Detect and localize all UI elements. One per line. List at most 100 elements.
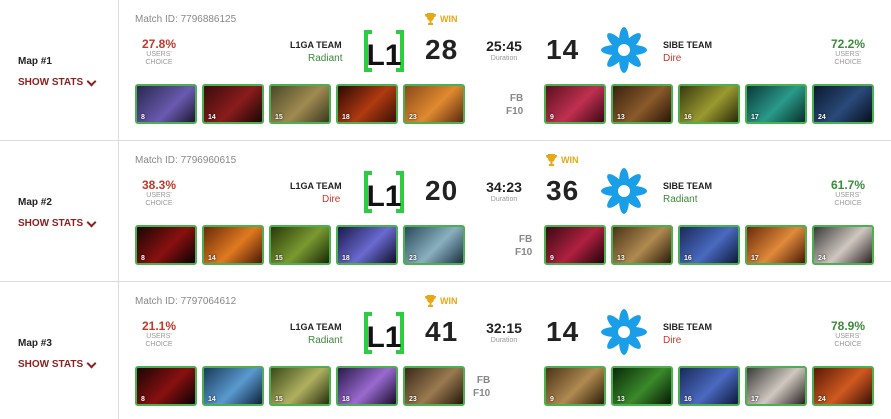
hero-portrait[interactable]: 13: [611, 225, 673, 265]
hero-portrait[interactable]: 23: [403, 225, 465, 265]
users-label: USERS': [835, 51, 861, 58]
match-id: Match ID: 7796886125: [135, 14, 237, 25]
fb-f10-indicator: FB F10: [473, 374, 490, 400]
right-heroes: 9 13 16 17 24: [544, 225, 874, 265]
duration-time: 25:45: [486, 38, 522, 54]
hero-portrait[interactable]: 16: [678, 366, 740, 406]
left-team-side: Radiant: [308, 335, 343, 346]
win-label: WIN: [440, 14, 458, 24]
fb-label: FB: [476, 375, 491, 386]
fb-f10-indicator: FB F10: [506, 92, 523, 118]
chevron-down-icon: [86, 217, 97, 227]
left-users-choice: 27.8% USERS' CHOICE: [129, 37, 189, 67]
right-pct: 78.9%: [830, 319, 866, 333]
win-badge: WIN: [545, 154, 579, 166]
choice-label: CHOICE: [834, 341, 862, 348]
sibe-logo-icon: [601, 168, 647, 214]
choice-label: CHOICE: [145, 59, 173, 66]
left-score: 41: [425, 316, 459, 347]
match-duration: 32:15 Duration: [474, 320, 534, 344]
hero-portrait[interactable]: 14: [202, 366, 264, 406]
hero-portrait[interactable]: 8: [135, 225, 197, 265]
sibe-logo-icon: [601, 309, 647, 355]
hero-portrait[interactable]: 9: [544, 84, 606, 124]
right-users-choice: 61.7% USERS' CHOICE: [818, 178, 878, 208]
match-duration: 34:23 Duration: [474, 179, 534, 203]
right-team-name: SIBE TEAM: [663, 181, 713, 191]
hero-portrait[interactable]: 14: [202, 225, 264, 265]
choice-label: CHOICE: [834, 59, 862, 66]
hero-portrait[interactable]: 13: [611, 366, 673, 406]
duration-label: Duration: [490, 55, 518, 62]
duration-label: Duration: [490, 337, 518, 344]
hero-portrait[interactable]: 8: [135, 366, 197, 406]
right-score: 14: [546, 34, 580, 65]
hero-portrait[interactable]: 15: [269, 225, 331, 265]
svg-text:L1: L1: [366, 321, 401, 354]
left-pct: 38.3%: [141, 178, 177, 192]
fb-label: FB: [518, 234, 533, 245]
left-users-choice: 21.1% USERS' CHOICE: [129, 319, 189, 349]
left-team-name: L1GA TEAM: [290, 322, 342, 332]
left-heroes: 8 14 15 18 23: [135, 225, 465, 265]
hero-portrait[interactable]: 13: [611, 84, 673, 124]
hero-portrait[interactable]: 18: [336, 225, 398, 265]
hero-portrait[interactable]: 18: [336, 366, 398, 406]
hero-portrait[interactable]: 9: [544, 366, 606, 406]
right-users-choice: 72.2% USERS' CHOICE: [818, 37, 878, 67]
hero-portrait[interactable]: 16: [678, 84, 740, 124]
left-pct: 27.8%: [141, 37, 177, 51]
match-id: Match ID: 7797064612: [135, 296, 237, 307]
hero-portrait[interactable]: 23: [403, 366, 465, 406]
right-pct: 72.2%: [830, 37, 866, 51]
users-label: USERS': [146, 333, 172, 340]
win-label: WIN: [561, 155, 579, 165]
hero-portrait[interactable]: 23: [403, 84, 465, 124]
hero-portrait[interactable]: 15: [269, 84, 331, 124]
hero-portrait[interactable]: 9: [544, 225, 606, 265]
chevron-down-icon: [86, 76, 97, 86]
left-team-side: Radiant: [308, 53, 343, 64]
show-stats-button[interactable]: SHOW STATS: [18, 217, 97, 229]
hero-portrait[interactable]: 16: [678, 225, 740, 265]
choice-label: CHOICE: [834, 200, 862, 207]
svg-text:L1: L1: [366, 39, 401, 72]
match-id: Match ID: 7796960615: [135, 155, 237, 166]
match-duration: 25:45 Duration: [474, 38, 534, 62]
hero-portrait[interactable]: 18: [336, 84, 398, 124]
left-team-name: L1GA TEAM: [290, 40, 342, 50]
choice-label: CHOICE: [145, 200, 173, 207]
duration-time: 32:15: [486, 320, 522, 336]
left-team-name: L1GA TEAM: [290, 181, 342, 191]
map-row-1: Map #1 SHOW STATS Match ID: 7796886125 2…: [0, 0, 891, 141]
hero-portrait[interactable]: 14: [202, 84, 264, 124]
hero-portrait[interactable]: 17: [745, 225, 807, 265]
l1ga-logo-icon: L1: [364, 312, 404, 354]
duration-time: 34:23: [486, 179, 522, 195]
show-stats-label: SHOW STATS: [18, 77, 84, 88]
right-team-name: SIBE TEAM: [663, 40, 713, 50]
right-pct: 61.7%: [830, 178, 866, 192]
right-team-side: Dire: [663, 335, 682, 346]
l1ga-logo-icon: L1: [364, 171, 404, 213]
left-pct: 21.1%: [141, 319, 177, 333]
win-badge: WIN: [424, 13, 458, 25]
hero-portrait[interactable]: 24: [812, 366, 874, 406]
map-label: Map #2: [18, 197, 52, 208]
sibe-logo-icon: [601, 27, 647, 73]
right-score: 36: [546, 175, 580, 206]
hero-portrait[interactable]: 17: [745, 84, 807, 124]
show-stats-button[interactable]: SHOW STATS: [18, 76, 97, 88]
hero-portrait[interactable]: 15: [269, 366, 331, 406]
map-label-column: Map #2 SHOW STATS: [0, 141, 119, 281]
right-heroes: 9 13 16 17 24: [544, 366, 874, 406]
hero-portrait[interactable]: 17: [745, 366, 807, 406]
hero-portrait[interactable]: 24: [812, 225, 874, 265]
right-heroes: 9 13 16 17 24: [544, 84, 874, 124]
fb-label: FB: [509, 93, 524, 104]
map-row-2: Map #2 SHOW STATS Match ID: 7796960615 3…: [0, 141, 891, 282]
hero-portrait[interactable]: 24: [812, 84, 874, 124]
map-label: Map #1: [18, 56, 52, 67]
hero-portrait[interactable]: 8: [135, 84, 197, 124]
show-stats-button[interactable]: SHOW STATS: [18, 358, 97, 370]
